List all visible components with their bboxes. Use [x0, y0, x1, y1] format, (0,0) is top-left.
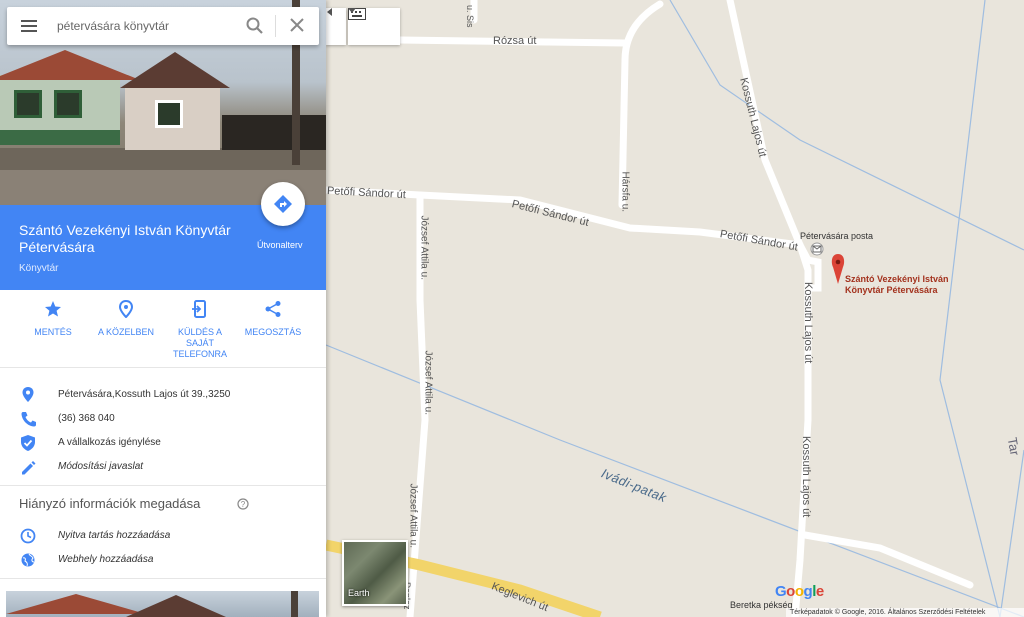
caret-left-icon: [327, 8, 332, 16]
share-icon: [265, 301, 281, 317]
second-photo[interactable]: [6, 591, 319, 617]
search-box[interactable]: pétervására könyvtár: [7, 7, 319, 45]
address-text: Pétervására,Kossuth Lajos út 39.,3250: [58, 389, 231, 400]
share-label: MEGOSZTÁS: [244, 327, 302, 337]
add-hours-text: Nyitva tartás hozzáadása: [58, 530, 171, 541]
nearby-icon: [118, 299, 134, 319]
add-website-row[interactable]: Webhely hozzáadása: [0, 549, 326, 573]
input-tools-button[interactable]: [348, 8, 400, 45]
place-category: Könyvtár: [19, 263, 59, 274]
road-label-tar: Tar: [1004, 436, 1023, 457]
close-icon[interactable]: [289, 17, 305, 33]
place-pin-label[interactable]: Szántó Vezekényi István Könyvtár Pétervá…: [845, 274, 963, 296]
nearby-label: A KÖZELBEN: [97, 327, 155, 337]
google-logo: Google: [775, 583, 824, 600]
add-hours-row[interactable]: Nyitva tartás hozzáadása: [0, 525, 326, 549]
road-label-rozsa: Rózsa út: [493, 35, 537, 47]
claim-business-text: A vállalkozás igénylése: [58, 437, 161, 448]
directions-icon: [274, 195, 292, 213]
claim-business-row[interactable]: A vállalkozás igénylése: [0, 432, 326, 456]
bakery-label[interactable]: Beretka pékség: [730, 600, 793, 610]
send-to-phone-label: KÜLDÉS A SAJÁT TELEFONRA: [172, 327, 227, 359]
earth-view-toggle[interactable]: Earth: [342, 540, 408, 606]
directions-label[interactable]: Útvonalterv: [257, 240, 303, 250]
place-title: Szántó Vezekényi István Könyvtár Pétervá…: [19, 222, 231, 255]
menu-icon[interactable]: [19, 16, 39, 36]
search-icon[interactable]: [245, 16, 265, 36]
send-to-phone-button[interactable]: KÜLDÉS A SAJÁT TELEFONRA: [165, 300, 235, 360]
phone-row[interactable]: (36) 368 040: [0, 408, 326, 432]
directions-button[interactable]: [261, 182, 305, 226]
help-icon[interactable]: ?: [237, 498, 249, 510]
share-button[interactable]: MEGOSZTÁS: [238, 300, 308, 338]
road-label-kossuth-2: Kossuth Lajos út: [802, 282, 814, 364]
svg-text:?: ?: [241, 500, 246, 509]
earth-label: Earth: [348, 588, 370, 598]
address-row[interactable]: Pétervására,Kossuth Lajos út 39.,3250: [0, 384, 326, 408]
add-website-text: Webhely hozzáadása: [58, 554, 154, 565]
road-label-jozsef-3: József Attila u.: [407, 483, 419, 548]
missing-info-title: Hiányzó információk megadása: [19, 496, 201, 511]
post-office-label[interactable]: Pétervására posta: [800, 231, 873, 241]
save-label: MENTÉS: [34, 327, 72, 337]
road-label-harsfa: Hársfa u.: [619, 171, 631, 213]
suggest-edit-text: Módosítási javaslat: [58, 461, 144, 472]
pencil-icon: [22, 461, 36, 475]
place-pin-icon[interactable]: [831, 254, 845, 284]
road-label-jozsef-2: József Attila u.: [422, 350, 434, 415]
clock-icon: [20, 528, 36, 544]
suggest-edit-row[interactable]: Módosítási javaslat: [0, 456, 326, 480]
save-button[interactable]: MENTÉS: [18, 300, 88, 338]
star-icon: [45, 301, 61, 317]
send-to-phone-icon: [192, 300, 206, 318]
action-bar: MENTÉS A KÖZELBEN KÜLDÉS A SAJÁT TELEFON…: [0, 290, 326, 368]
road-label-kossuth-3: Kossuth Lajos út: [800, 436, 812, 518]
search-input[interactable]: pétervására könyvtár: [57, 19, 169, 33]
road-label-jozsef-1: József Attila u.: [418, 215, 430, 280]
chevron-down-icon: [348, 8, 356, 13]
collapse-panel-button[interactable]: [326, 8, 346, 45]
globe-icon: [21, 553, 35, 567]
place-panel: pétervására könyvtár Szántó Vezekényi Is…: [0, 0, 326, 617]
phone-icon: [21, 412, 36, 427]
nearby-button[interactable]: A KÖZELBEN: [91, 299, 161, 338]
phone-text: (36) 368 040: [58, 413, 115, 424]
map-footer[interactable]: Térképadatok © Google, 2016. Általános S…: [786, 608, 1024, 617]
verified-shield-icon: [21, 435, 35, 451]
road-label-sis: u. Sis: [465, 5, 475, 28]
location-pin-icon: [22, 387, 34, 402]
